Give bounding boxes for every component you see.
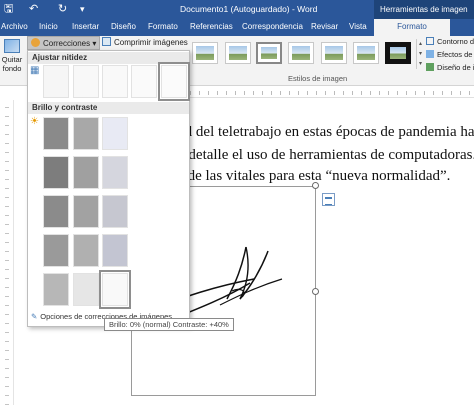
brightness-preset[interactable] bbox=[73, 273, 99, 306]
brightness-preset[interactable] bbox=[161, 117, 187, 150]
brightness-section-header: Brillo y contraste bbox=[28, 102, 189, 114]
remove-background-label: Quitar bbox=[1, 55, 23, 64]
brightness-preset[interactable] bbox=[43, 117, 69, 150]
gallery-more-button[interactable]: ▴ ▾ ▾ bbox=[416, 39, 424, 69]
effects-icon bbox=[426, 50, 434, 58]
effects-label: Efectos de i bbox=[437, 50, 474, 59]
picture-style-3[interactable] bbox=[256, 42, 282, 64]
styles-group-label: Estilos de imagen bbox=[288, 74, 348, 83]
picture-tools-label: Herramientas de imagen bbox=[374, 0, 474, 19]
sharpen-preset-5[interactable] bbox=[158, 62, 190, 101]
resize-handle-right[interactable] bbox=[312, 288, 319, 295]
tab-layout[interactable]: Formato bbox=[148, 19, 178, 36]
brightness-preset[interactable] bbox=[43, 273, 69, 306]
title-bar: 🖫 ↶ ↻ ▾ Documento1 (Autoguardado) - Word… bbox=[0, 0, 474, 19]
brightness-preset[interactable] bbox=[102, 234, 128, 267]
corrections-button[interactable]: Correcciones ▾ bbox=[27, 36, 101, 50]
tab-mailings[interactable]: Correspondencia bbox=[242, 19, 303, 36]
picture-styles-gallery bbox=[188, 39, 416, 69]
brightness-preset[interactable] bbox=[43, 195, 69, 228]
tab-home[interactable]: Inicio bbox=[39, 19, 58, 36]
save-icon[interactable]: 🖫 bbox=[4, 2, 13, 16]
sharpen-section-header: Ajustar nitidez bbox=[28, 52, 189, 64]
undo-icon[interactable]: ↶ bbox=[29, 2, 38, 16]
tab-view[interactable]: Vista bbox=[349, 19, 367, 36]
body-text-line[interactable]: a detalle el uso de herramientas de comp… bbox=[178, 147, 474, 164]
layout-options-icon[interactable] bbox=[322, 193, 335, 206]
brightness-row-icon: ☀ bbox=[30, 116, 39, 127]
brightness-preset-selected[interactable] bbox=[99, 270, 131, 309]
remove-background-button[interactable]: Quitar fondo bbox=[0, 37, 24, 85]
picture-effects-button[interactable]: Efectos de i bbox=[426, 50, 474, 59]
brightness-preset[interactable] bbox=[73, 156, 99, 189]
tab-references[interactable]: Referencias bbox=[190, 19, 233, 36]
picture-style-6[interactable] bbox=[353, 42, 379, 64]
tab-design[interactable]: Diseño bbox=[111, 19, 136, 36]
brightness-preset[interactable] bbox=[102, 156, 128, 189]
picture-style-1[interactable] bbox=[192, 42, 218, 64]
sharpen-preset-4[interactable] bbox=[131, 65, 157, 98]
options-icon: ✎ bbox=[31, 312, 38, 321]
border-icon bbox=[426, 37, 434, 45]
ribbon-tabs: Archivo Inicio Insertar Diseño Formato R… bbox=[0, 19, 474, 36]
brightness-preset[interactable] bbox=[131, 117, 157, 150]
brightness-preset[interactable] bbox=[43, 234, 69, 267]
corrections-dropdown: Ajustar nitidez ▦ Brillo y contraste ☀ ✎… bbox=[27, 50, 190, 327]
body-text-line[interactable]: ad del teletrabajo en estas épocas de pa… bbox=[178, 124, 474, 141]
redo-icon[interactable]: ↻ bbox=[58, 2, 67, 16]
brightness-preset[interactable] bbox=[43, 156, 69, 189]
horizontal-ruler[interactable] bbox=[190, 87, 474, 98]
brightness-preset[interactable] bbox=[73, 195, 99, 228]
remove-background-icon bbox=[4, 39, 20, 53]
corrections-icon bbox=[31, 38, 40, 47]
border-label: Contorno de bbox=[437, 37, 474, 46]
brightness-preset[interactable] bbox=[73, 234, 99, 267]
layout-label: Diseño de i bbox=[437, 63, 474, 72]
picture-layout-button[interactable]: Diseño de i bbox=[426, 63, 474, 72]
resize-handle-top-right[interactable] bbox=[312, 182, 319, 189]
preset-tooltip: Brillo: 0% (normal) Contraste: +40% bbox=[104, 318, 234, 331]
sharpen-preset-2[interactable] bbox=[73, 65, 99, 98]
picture-style-2[interactable] bbox=[225, 42, 251, 64]
compress-icon bbox=[102, 37, 111, 46]
picture-style-5[interactable] bbox=[321, 42, 347, 64]
sharpen-preset-3[interactable] bbox=[102, 65, 128, 98]
brightness-preset[interactable] bbox=[102, 117, 128, 150]
sharpen-preset-1[interactable] bbox=[43, 65, 69, 98]
remove-background-label-2: fondo bbox=[2, 64, 22, 73]
tab-file[interactable]: Archivo bbox=[1, 19, 28, 36]
compress-pictures-button[interactable]: Comprimir imágenes bbox=[99, 36, 191, 50]
sharpen-row-icon: ▦ bbox=[30, 65, 40, 76]
brightness-preset[interactable] bbox=[102, 195, 128, 228]
document-title: Documento1 (Autoguardado) - Word bbox=[180, 4, 318, 14]
compress-label: Comprimir imágenes bbox=[114, 38, 188, 47]
corrections-label: Correcciones bbox=[43, 39, 91, 48]
tab-insert[interactable]: Insertar bbox=[72, 19, 99, 36]
customize-toolbar-icon[interactable]: ▾ bbox=[80, 2, 85, 16]
tab-picture-format[interactable]: Formato bbox=[374, 19, 450, 36]
picture-style-4[interactable] bbox=[288, 42, 314, 64]
brightness-preset[interactable] bbox=[73, 117, 99, 150]
tab-review[interactable]: Revisar bbox=[311, 19, 338, 36]
vertical-ruler[interactable] bbox=[0, 100, 14, 405]
picture-border-button[interactable]: Contorno de bbox=[426, 37, 474, 46]
layout-icon bbox=[426, 63, 434, 71]
picture-style-7[interactable] bbox=[385, 42, 411, 64]
